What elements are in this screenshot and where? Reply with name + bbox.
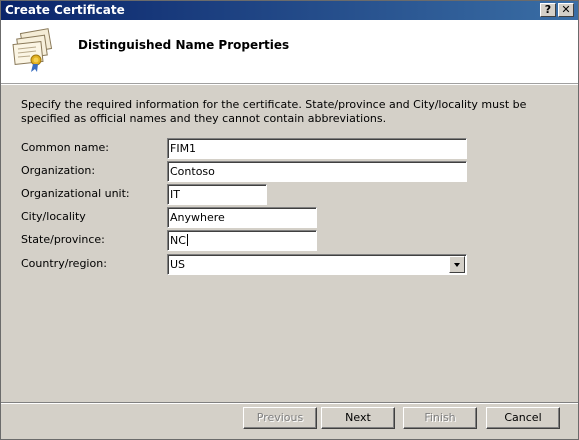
title-bar[interactable]: Create Certificate ? ✕ — [1, 1, 578, 20]
common-name-field[interactable]: FIM1 — [167, 138, 467, 159]
organizational-unit-label: Organizational unit: — [21, 187, 130, 200]
chevron-down-icon[interactable] — [449, 256, 465, 273]
window-title: Create Certificate — [5, 3, 125, 17]
country-region-label: Country/region: — [21, 257, 107, 270]
organizational-unit-field[interactable]: IT — [167, 184, 267, 205]
wizard-header: Distinguished Name Properties — [1, 20, 578, 84]
next-button[interactable]: Next — [321, 407, 395, 429]
state-province-field[interactable]: NC — [167, 230, 317, 251]
previous-button[interactable]: Previous — [243, 407, 317, 429]
organizational-unit-value: IT — [170, 188, 180, 201]
footer-divider — [1, 402, 578, 404]
text-cursor — [186, 234, 188, 246]
state-province-label: State/province: — [21, 233, 105, 246]
close-button[interactable]: ✕ — [558, 3, 574, 17]
finish-button[interactable]: Finish — [403, 407, 477, 429]
city-locality-field[interactable]: Anywhere — [167, 207, 317, 228]
help-button[interactable]: ? — [540, 3, 556, 17]
common-name-value: FIM1 — [170, 142, 197, 155]
country-region-select[interactable]: US — [167, 254, 467, 275]
cancel-button[interactable]: Cancel — [486, 407, 560, 429]
certificate-stack-icon — [12, 28, 53, 72]
create-certificate-dialog: Create Certificate ? ✕ Distinguished Nam… — [0, 0, 579, 440]
page-title: Distinguished Name Properties — [78, 38, 290, 52]
state-province-value: NC — [170, 234, 186, 247]
organization-field[interactable]: Contoso — [167, 161, 467, 182]
city-locality-value: Anywhere — [170, 211, 225, 224]
instructions-text: Specify the required information for the… — [21, 98, 527, 125]
header-divider — [1, 84, 578, 85]
common-name-label: Common name: — [21, 141, 109, 154]
organization-label: Organization: — [21, 164, 96, 177]
organization-value: Contoso — [170, 165, 215, 178]
city-locality-label: City/locality — [21, 210, 86, 223]
country-region-value: US — [170, 258, 186, 271]
